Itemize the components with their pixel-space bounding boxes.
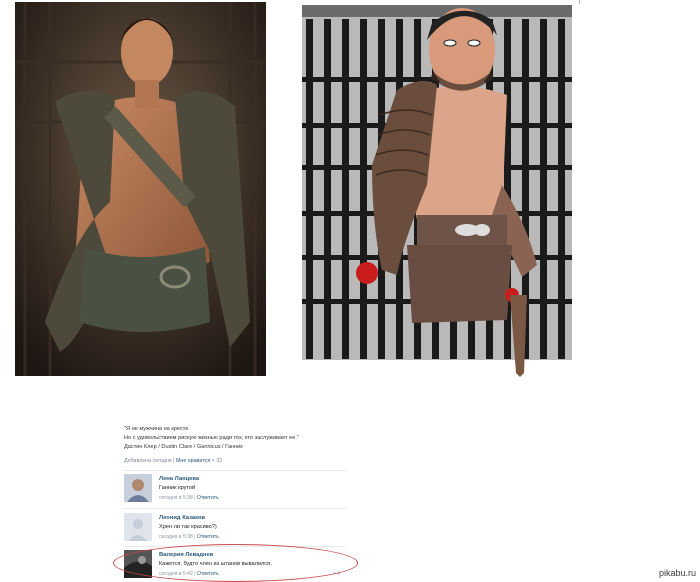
post-meta: Добавлена сегодня | Мне нравится ♥ 32 [124,458,223,464]
comment-author[interactable]: Лена Ланцева [159,476,199,482]
avatar[interactable] [124,474,152,502]
heart-icon: ♥ [211,458,215,464]
comment-text: Хрен ли так красиво?) [159,524,217,530]
comment-meta: сегодня в 5:38 | Ответить [159,495,219,501]
comment-time: сегодня в 5:38 [159,534,193,540]
quote-line-3: Дастин Клер / Dustin Clare / Gannicus / … [124,444,243,450]
post-divider [124,470,346,471]
quote-line-2: Но с удовольствием рискую жизнью ради те… [124,435,299,441]
post-added: Добавлена сегодня [124,458,172,464]
reply-link[interactable]: Ответить [197,495,219,501]
comment-item: Леонид Казаков Хрен ли так красиво?) сег… [124,513,346,543]
comment-item: Лена Ланцева Ганник крутой сегодня в 5:3… [124,474,346,504]
reply-link[interactable]: Ответить [197,534,219,540]
comment-text: Ганник крутой [159,485,196,491]
comment-author[interactable]: Леонид Казаков [159,515,205,521]
comment-meta: сегодня в 5:38 | Ответить [159,534,219,540]
paint-drawing [302,5,579,377]
gladiator-photo [15,2,266,376]
comment-time: сегодня в 5:38 [159,495,193,501]
avatar[interactable] [124,513,152,541]
like-count: 32 [216,458,223,464]
quote-line-1: "Я не мужчина на кресте. [124,426,190,432]
top-divider [579,0,580,4]
comment-divider [124,508,346,509]
like-link[interactable]: Мне нравится [176,458,210,464]
red-circle-highlight [113,544,358,582]
watermark: pikabu.ru [658,568,696,578]
